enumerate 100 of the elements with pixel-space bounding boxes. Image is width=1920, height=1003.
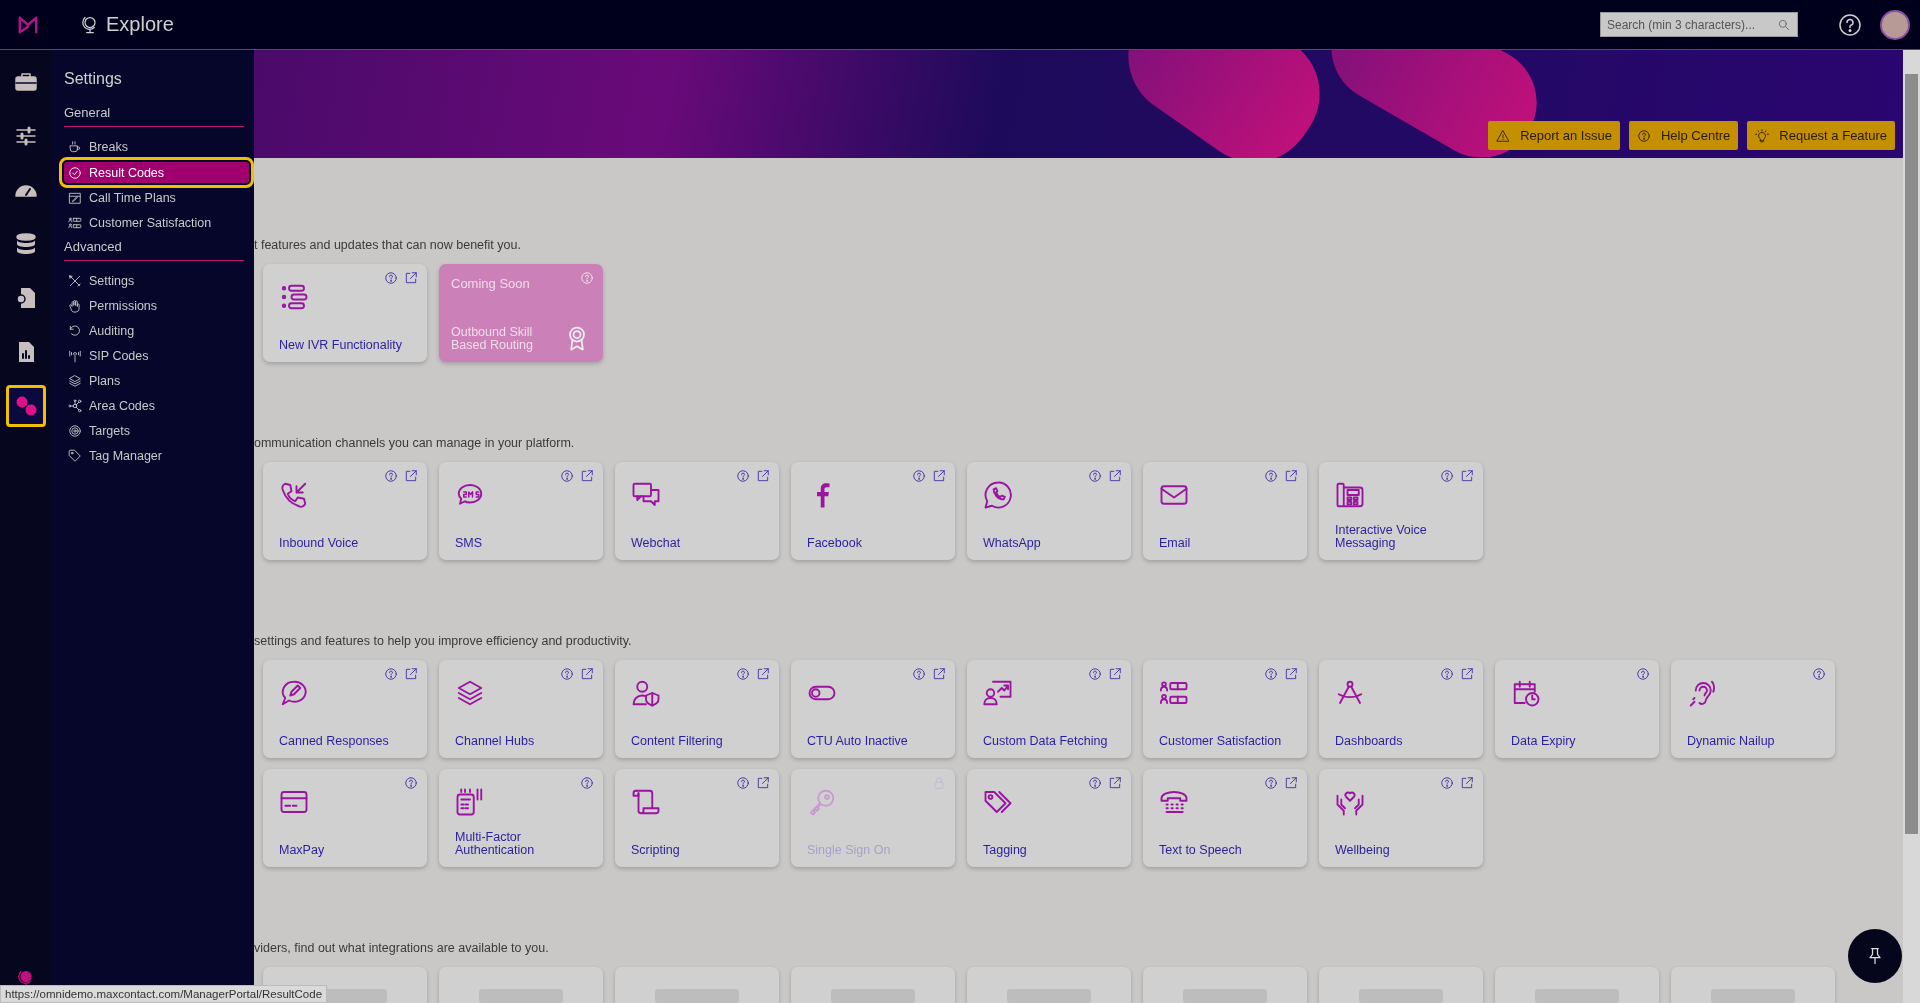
external-link-icon[interactable] [1284, 667, 1298, 681]
menu-item[interactable]: Auditing [64, 321, 249, 341]
external-link-icon[interactable] [580, 667, 594, 681]
banner-button[interactable]: Report an Issue [1488, 121, 1620, 150]
menu-item[interactable]: Area Codes [64, 396, 249, 416]
feature-card[interactable]: New IVR Functionality [263, 264, 427, 362]
help-icon [1636, 128, 1651, 143]
external-link-icon[interactable] [1284, 469, 1298, 483]
external-link-icon[interactable] [1460, 776, 1474, 790]
card-label: Outbound Skill Based Routing [451, 325, 534, 352]
key-icon [807, 787, 837, 817]
feature-card[interactable]: Webchat [615, 462, 779, 560]
feature-card[interactable]: Content Filtering [615, 660, 779, 758]
feature-card[interactable]: SMS [439, 462, 603, 560]
feature-card[interactable]: Interactive Voice Messaging [1319, 462, 1483, 560]
menu-item[interactable]: Targets [64, 421, 249, 441]
external-link-icon[interactable] [404, 667, 418, 681]
menu-item[interactable]: Permissions [64, 296, 249, 316]
external-link-icon[interactable] [1108, 667, 1122, 681]
external-link-icon[interactable] [404, 271, 418, 285]
feature-card[interactable]: Customer Satisfaction [1143, 660, 1307, 758]
feature-card[interactable]: Canned Responses [263, 660, 427, 758]
card-label: Dynamic Nailup [1687, 734, 1776, 748]
feature-card[interactable]: MaxPay [263, 769, 427, 867]
avatar[interactable] [1880, 9, 1910, 40]
cup-icon [68, 140, 82, 154]
search-icon[interactable] [1777, 17, 1791, 32]
layers-icon [455, 678, 485, 708]
section-description: viders, find out what integrations are available to you. [254, 941, 550, 956]
card-label: Canned Responses [279, 734, 390, 748]
coming-soon-label: Coming Soon [451, 276, 530, 291]
card-label: Channel Hubs [455, 734, 536, 748]
feature-card[interactable]: CTU Auto Inactive [791, 660, 955, 758]
external-link-icon[interactable] [1108, 776, 1122, 790]
feature-card[interactable]: WhatsApp [967, 462, 1131, 560]
feature-card[interactable]: Facebook [791, 462, 955, 560]
feature-card[interactable]: Dynamic Nailup [1671, 660, 1835, 758]
menu-item[interactable]: SIP Codes [64, 346, 249, 366]
hand-icon [68, 299, 82, 313]
page-title: Explore [106, 13, 174, 36]
external-link-icon[interactable] [756, 469, 770, 483]
external-link-icon[interactable] [1108, 469, 1122, 483]
external-link-icon[interactable] [756, 667, 770, 681]
scrollbar-thumb[interactable] [1905, 74, 1918, 834]
list-icon [279, 282, 309, 312]
banner-button[interactable]: Help Centre [1628, 121, 1739, 150]
feature-card[interactable]: Multi-Factor Authentication [439, 769, 603, 867]
menu-item[interactable]: Plans [64, 371, 249, 391]
card-label: Scripting [631, 843, 681, 857]
tools-icon [68, 274, 82, 288]
desk-phone-icon [1335, 480, 1365, 510]
menu-group-heading: General [64, 105, 244, 127]
external-link-icon[interactable] [1460, 469, 1474, 483]
feature-card[interactable]: Custom Data Fetching [967, 660, 1131, 758]
feature-card[interactable]: Wellbeing [1319, 769, 1483, 867]
card-label: Email [1159, 536, 1192, 550]
card-label: Inbound Voice [279, 536, 360, 550]
external-link-icon[interactable] [404, 469, 418, 483]
feature-card[interactable]: Email [1143, 462, 1307, 560]
feature-card[interactable]: Tagging [967, 769, 1131, 867]
target-icon [68, 424, 82, 438]
calendar-pen-icon [68, 191, 82, 205]
card-label: Custom Data Fetching [983, 734, 1109, 748]
menu-item[interactable]: Breaks [64, 137, 249, 157]
external-link-icon[interactable] [932, 469, 946, 483]
card-label: MaxPay [279, 843, 326, 857]
external-link-icon[interactable] [1284, 776, 1298, 790]
card-label: CTU Auto Inactive [807, 734, 909, 748]
external-link-icon[interactable] [756, 776, 770, 790]
external-link-icon[interactable] [580, 469, 594, 483]
feature-card[interactable]: Channel Hubs [439, 660, 603, 758]
search-field[interactable]: Search (min 3 characters)... [1600, 12, 1798, 37]
card-label: Webchat [631, 536, 682, 550]
menu-item[interactable]: Customer Satisfaction [64, 213, 249, 233]
scrollbar[interactable] [1903, 50, 1920, 1003]
feature-card[interactable]: Dashboards [1319, 660, 1483, 758]
phone-arrow-icon [279, 480, 309, 510]
sliders-icon [14, 124, 38, 148]
banner-button[interactable]: Request a Feature [1747, 121, 1895, 150]
card-label: Data Expiry [1511, 734, 1577, 748]
external-link-icon[interactable] [932, 667, 946, 681]
briefcase-icon [14, 70, 38, 94]
menu-item[interactable]: Tag Manager [64, 446, 249, 466]
card-label: Dashboards [1335, 734, 1404, 748]
nav-button[interactable] [6, 385, 46, 427]
menu-title: Settings [64, 70, 123, 88]
pin-button[interactable] [1848, 929, 1902, 983]
feature-card[interactable]: Data Expiry [1495, 660, 1659, 758]
user-shield-icon [631, 678, 661, 708]
card-label: New IVR Functionality [279, 338, 403, 352]
section-description: t features and updates that can now benefit you. [254, 238, 522, 253]
external-link-icon[interactable] [1460, 667, 1474, 681]
menu-item[interactable]: Settings [64, 271, 249, 291]
feature-card[interactable]: Scripting [615, 769, 779, 867]
calendar-clock-icon [1511, 678, 1541, 708]
card-label: WhatsApp [983, 536, 1042, 550]
feature-card[interactable]: Text to Speech [1143, 769, 1307, 867]
feature-card[interactable]: Inbound Voice [263, 462, 427, 560]
section-description: settings and features to help you improve efficiency and productivity. [254, 634, 633, 649]
menu-item[interactable]: Call Time Plans [64, 188, 249, 208]
